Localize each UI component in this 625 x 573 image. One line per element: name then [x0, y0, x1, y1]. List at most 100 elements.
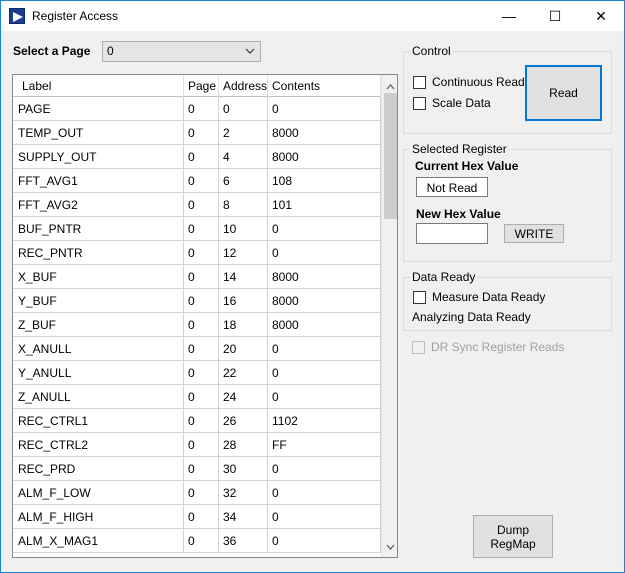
maximize-button[interactable]: ☐ [532, 1, 578, 31]
cell-contents[interactable]: 0 [268, 385, 381, 409]
cell-label[interactable]: X_ANULL [13, 337, 184, 361]
table-row[interactable]: Z_BUF 0 18 8000 [13, 313, 381, 337]
cell-address[interactable]: 2 [219, 121, 268, 145]
cell-page[interactable]: 0 [184, 409, 219, 433]
scroll-down-icon[interactable] [386, 539, 395, 553]
cell-page[interactable]: 0 [184, 97, 219, 121]
cell-contents[interactable]: 0 [268, 337, 381, 361]
cell-address[interactable]: 32 [219, 481, 268, 505]
cell-label[interactable]: Y_ANULL [13, 361, 184, 385]
vertical-scrollbar[interactable] [381, 75, 397, 557]
checkbox-icon[interactable] [413, 96, 426, 110]
cell-contents[interactable]: 0 [268, 457, 381, 481]
cell-address[interactable]: 10 [219, 217, 268, 241]
title-bar[interactable]: Register Access — ☐ ✕ [1, 1, 624, 31]
cell-address[interactable]: 30 [219, 457, 268, 481]
cell-contents[interactable]: 8000 [268, 313, 381, 337]
cell-address[interactable]: 26 [219, 409, 268, 433]
cell-label[interactable]: REC_PRD [13, 457, 184, 481]
column-header-address[interactable]: Address [219, 75, 268, 97]
cell-page[interactable]: 0 [184, 289, 219, 313]
table-row[interactable]: ALM_F_HIGH 0 34 0 [13, 505, 381, 529]
register-grid[interactable]: Label Page Address Contents PAGE 0 0 0 TEMP_… [12, 74, 398, 558]
cell-page[interactable]: 0 [184, 361, 219, 385]
cell-label[interactable]: REC_CTRL1 [13, 409, 184, 433]
cell-page[interactable]: 0 [184, 217, 219, 241]
column-header-label[interactable]: Label [13, 75, 184, 97]
cell-label[interactable]: ALM_F_LOW [13, 481, 184, 505]
table-row[interactable]: REC_PNTR 0 12 0 [13, 241, 381, 265]
cell-page[interactable]: 0 [184, 121, 219, 145]
cell-page[interactable]: 0 [184, 433, 219, 457]
cell-label[interactable]: ALM_X_MAG1 [13, 529, 184, 553]
cell-label[interactable]: BUF_PNTR [13, 217, 184, 241]
cell-page[interactable]: 0 [184, 457, 219, 481]
table-row[interactable]: X_BUF 0 14 8000 [13, 265, 381, 289]
table-row[interactable]: BUF_PNTR 0 10 0 [13, 217, 381, 241]
close-button[interactable]: ✕ [578, 1, 624, 31]
checkbox-icon[interactable] [413, 75, 426, 89]
cell-contents[interactable]: 8000 [268, 145, 381, 169]
table-row[interactable]: ALM_X_MAG1 0 36 0 [13, 529, 381, 553]
table-row[interactable]: FFT_AVG2 0 8 101 [13, 193, 381, 217]
table-row[interactable]: Y_ANULL 0 22 0 [13, 361, 381, 385]
cell-address[interactable]: 28 [219, 433, 268, 457]
cell-address[interactable]: 18 [219, 313, 268, 337]
table-row[interactable]: SUPPLY_OUT 0 4 8000 [13, 145, 381, 169]
cell-page[interactable]: 0 [184, 313, 219, 337]
cell-page[interactable]: 0 [184, 193, 219, 217]
cell-label[interactable]: FFT_AVG2 [13, 193, 184, 217]
cell-address[interactable]: 16 [219, 289, 268, 313]
cell-contents[interactable]: 0 [268, 241, 381, 265]
cell-contents[interactable]: 8000 [268, 121, 381, 145]
cell-label[interactable]: REC_CTRL2 [13, 433, 184, 457]
cell-address[interactable]: 4 [219, 145, 268, 169]
cell-page[interactable]: 0 [184, 265, 219, 289]
cell-label[interactable]: X_BUF [13, 265, 184, 289]
cell-page[interactable]: 0 [184, 505, 219, 529]
column-header-page[interactable]: Page [184, 75, 219, 97]
cell-contents[interactable]: 1102 [268, 409, 381, 433]
cell-contents[interactable]: 101 [268, 193, 381, 217]
dump-regmap-button[interactable]: Dump RegMap [473, 515, 553, 558]
cell-address[interactable]: 0 [219, 97, 268, 121]
cell-label[interactable]: PAGE [13, 97, 184, 121]
cell-address[interactable]: 22 [219, 361, 268, 385]
cell-address[interactable]: 36 [219, 529, 268, 553]
scale-data-checkbox[interactable]: Scale Data [413, 96, 491, 110]
cell-label[interactable]: SUPPLY_OUT [13, 145, 184, 169]
cell-contents[interactable]: FF [268, 433, 381, 457]
cell-page[interactable]: 0 [184, 145, 219, 169]
table-row[interactable]: REC_PRD 0 30 0 [13, 457, 381, 481]
cell-contents[interactable]: 0 [268, 529, 381, 553]
continuous-reads-checkbox[interactable]: Continuous Reads [413, 75, 531, 89]
new-hex-input[interactable] [416, 223, 488, 244]
cell-address[interactable]: 12 [219, 241, 268, 265]
table-row[interactable]: TEMP_OUT 0 2 8000 [13, 121, 381, 145]
measure-data-ready-checkbox[interactable]: Measure Data Ready [413, 290, 545, 304]
cell-contents[interactable]: 8000 [268, 289, 381, 313]
cell-contents[interactable]: 0 [268, 217, 381, 241]
cell-page[interactable]: 0 [184, 481, 219, 505]
cell-label[interactable]: ALM_F_HIGH [13, 505, 184, 529]
scrollbar-thumb[interactable] [384, 93, 397, 219]
page-select[interactable]: 0 [102, 41, 261, 62]
cell-address[interactable]: 6 [219, 169, 268, 193]
minimize-button[interactable]: — [486, 1, 532, 31]
cell-address[interactable]: 34 [219, 505, 268, 529]
cell-contents[interactable]: 108 [268, 169, 381, 193]
cell-label[interactable]: Z_ANULL [13, 385, 184, 409]
cell-page[interactable]: 0 [184, 337, 219, 361]
cell-label[interactable]: Y_BUF [13, 289, 184, 313]
write-button[interactable]: WRITE [504, 224, 564, 243]
checkbox-icon[interactable] [413, 290, 426, 304]
cell-contents[interactable]: 0 [268, 361, 381, 385]
cell-contents[interactable]: 0 [268, 481, 381, 505]
cell-label[interactable]: REC_PNTR [13, 241, 184, 265]
cell-address[interactable]: 24 [219, 385, 268, 409]
table-row[interactable]: REC_CTRL1 0 26 1102 [13, 409, 381, 433]
cell-label[interactable]: Z_BUF [13, 313, 184, 337]
cell-address[interactable]: 14 [219, 265, 268, 289]
table-row[interactable]: X_ANULL 0 20 0 [13, 337, 381, 361]
cell-page[interactable]: 0 [184, 385, 219, 409]
